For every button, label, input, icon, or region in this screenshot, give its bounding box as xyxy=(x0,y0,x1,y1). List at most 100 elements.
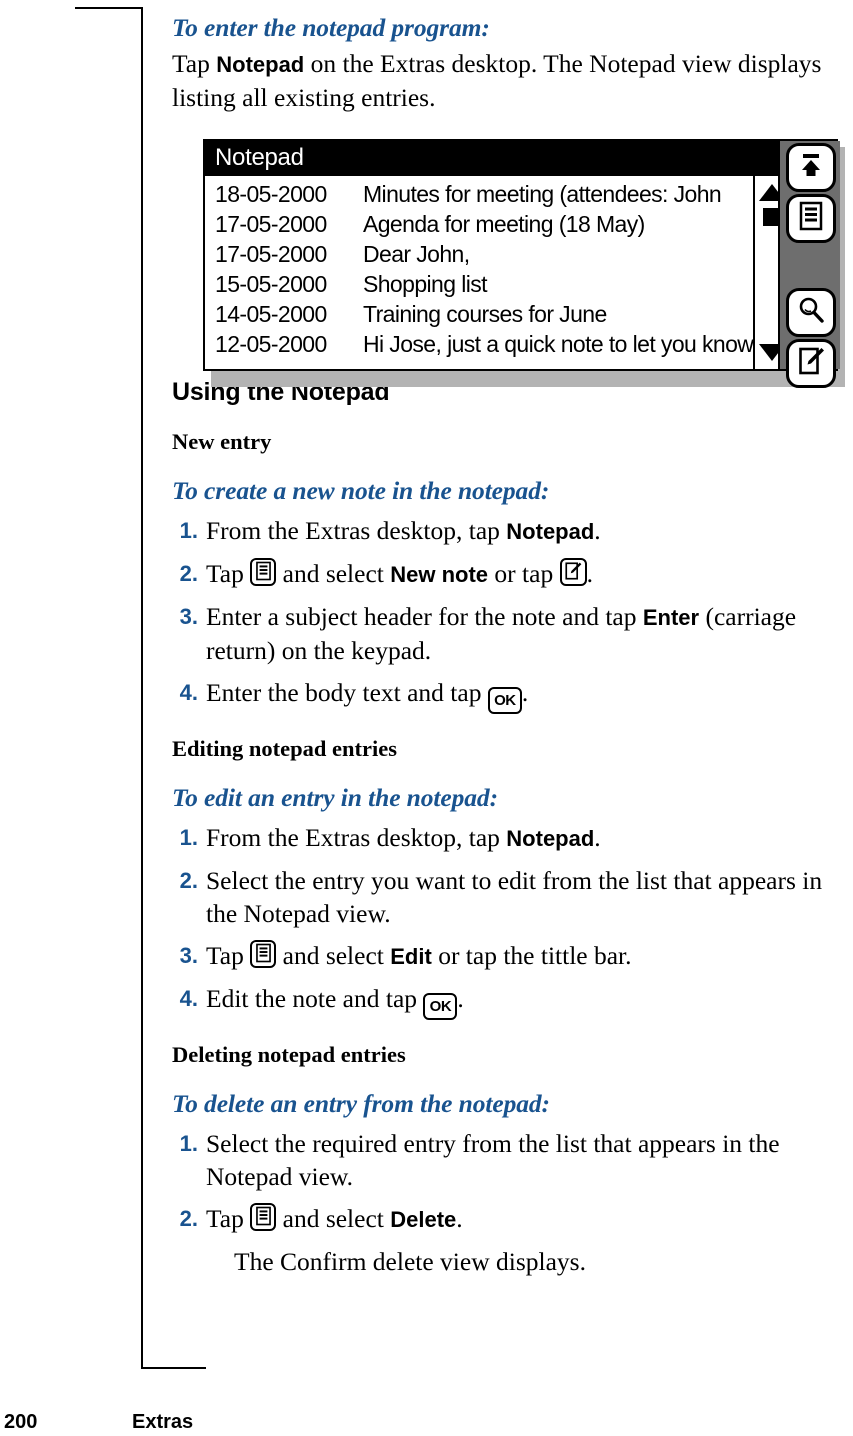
notepad-command-button-bar xyxy=(778,141,840,388)
step-item: 4. Enter the body text and tap OK. xyxy=(172,676,853,715)
entry-subject: Minutes for meeting (attendees: John xyxy=(363,181,722,207)
steps-list-deleting: 1. Select the required entry from the lis… xyxy=(172,1127,853,1236)
notepad-title-bar[interactable]: Notepad xyxy=(205,141,778,174)
notepad-device-screen: Notepad 18-05-2000 Minutes for meeting (a… xyxy=(203,139,840,388)
step-item: 1. From the Extras desktop, tap Notepad. xyxy=(172,821,853,855)
magnifier-icon xyxy=(796,295,826,330)
intro-paragraph: Tap Notepad on the Extras desktop. The N… xyxy=(172,47,853,114)
step-text: or tap the tittle bar. xyxy=(431,941,632,971)
step-text: . xyxy=(456,1204,463,1234)
step-bold-term: Edit xyxy=(390,944,432,970)
notepad-entry-row[interactable]: 12-05-2000 Hi Jose, just a quick note to … xyxy=(215,329,753,359)
step-text: and select xyxy=(276,1204,391,1234)
entry-date: 18-05-2000 xyxy=(215,181,327,207)
notepad-entry-row[interactable]: 15-05-2000 Shopping list xyxy=(215,269,753,299)
entry-date: 12-05-2000 xyxy=(215,331,327,357)
step-bold-term: New note xyxy=(390,562,489,588)
entry-subject: Training courses for June xyxy=(363,301,607,327)
step-text: or tap xyxy=(488,559,560,589)
step-text: Tap xyxy=(206,941,251,971)
menu-list-icon xyxy=(798,201,824,236)
page-number: 200 xyxy=(4,1411,38,1433)
notepad-entry-row[interactable]: 14-05-2000 Training courses for June xyxy=(215,299,753,329)
entry-date: 14-05-2000 xyxy=(215,301,327,327)
step-number: 3. xyxy=(179,943,198,969)
margin-rule-bottom xyxy=(141,1367,206,1369)
intro-procedure-heading: To enter the notepad program: xyxy=(172,13,490,42)
note-pencil-icon xyxy=(559,558,587,587)
step-text: and select xyxy=(276,941,391,971)
step-text: Tap xyxy=(206,1204,251,1234)
deleting-closing-note: The Confirm delete view displays. xyxy=(234,1247,586,1277)
step-bold-term: Notepad xyxy=(506,826,595,852)
step-item: 3. Enter a subject header for the note an… xyxy=(172,600,853,667)
step-item: 4. Edit the note and tap OK. xyxy=(172,982,853,1021)
step-bold-term: Notepad xyxy=(506,519,595,545)
step-number: 2. xyxy=(179,868,198,894)
intro-bold-term: Notepad xyxy=(216,52,305,78)
entry-subject: Hi Jose, just a quick note to let you kn… xyxy=(363,331,754,357)
ok-key-icon: OK xyxy=(423,993,458,1021)
margin-rule-vertical xyxy=(141,7,143,1369)
step-text: . xyxy=(586,559,593,589)
notepad-entry-row[interactable]: 17-05-2000 Agenda for meeting (18 May) xyxy=(215,209,753,239)
step-item: 2. Select the entry you want to edit from… xyxy=(172,864,853,930)
step-text: Enter a subject header for the note and … xyxy=(206,602,643,632)
menu-list-icon xyxy=(250,940,277,969)
step-text: Tap xyxy=(206,559,251,589)
subheading-new-entry: New entry xyxy=(172,429,272,455)
step-text: . xyxy=(457,984,464,1014)
step-text: . xyxy=(594,823,601,853)
notepad-entry-row[interactable]: 17-05-2000 Dear John, xyxy=(215,239,753,269)
arrow-up-to-bar-icon xyxy=(797,151,825,184)
notepad-list-area: 18-05-2000 Minutes for meeting (attendees… xyxy=(205,174,790,369)
intro-text-before: Tap xyxy=(172,49,217,79)
step-number: 1. xyxy=(179,518,198,544)
procedure-heading-create-note: To create a new note in the notepad: xyxy=(172,476,550,506)
new-note-button[interactable] xyxy=(786,339,836,388)
step-number: 1. xyxy=(179,825,198,851)
note-pencil-icon xyxy=(797,346,825,381)
step-text: From the Extras desktop, tap xyxy=(206,516,507,546)
entry-date: 17-05-2000 xyxy=(215,241,327,267)
step-item: 3. Tap and select Edit or tap the tittle … xyxy=(172,939,853,973)
step-text: and select xyxy=(276,559,391,589)
step-text: . xyxy=(521,678,529,708)
ok-key-icon: OK xyxy=(487,687,522,715)
notepad-entry-list[interactable]: 18-05-2000 Minutes for meeting (attendees… xyxy=(205,176,753,369)
footer-section-name: Extras xyxy=(132,1411,194,1433)
exit-button[interactable] xyxy=(786,143,836,192)
step-item: 1. Select the required entry from the lis… xyxy=(172,1127,853,1193)
step-item: 2. Tap and select New note or tap . xyxy=(172,557,853,591)
entry-date: 15-05-2000 xyxy=(215,271,327,297)
step-text: . xyxy=(594,516,601,546)
step-item: 2. Tap and select Delete. xyxy=(172,1202,853,1236)
menu-button[interactable] xyxy=(786,194,836,243)
step-text: Enter the body text and tap xyxy=(206,678,488,708)
notepad-screenshot-figure: Notepad 18-05-2000 Minutes for meeting (a… xyxy=(203,139,845,388)
menu-list-icon xyxy=(250,1203,277,1232)
procedure-heading-edit-entry: To edit an entry in the notepad: xyxy=(172,783,498,813)
step-text: Select the entry you want to edit from t… xyxy=(206,866,823,929)
entry-subject: Agenda for meeting (18 May) xyxy=(363,211,645,237)
subheading-deleting-notepad-entries: Deleting notepad entries xyxy=(172,1042,406,1068)
notepad-screen-column: Notepad 18-05-2000 Minutes for meeting (a… xyxy=(205,141,790,369)
step-number: 4. xyxy=(179,680,198,706)
step-bold-term: Enter xyxy=(642,605,700,631)
step-text: Select the required entry from the list … xyxy=(206,1129,780,1192)
step-number: 2. xyxy=(179,561,198,587)
procedure-heading-delete-entry: To delete an entry from the notepad: xyxy=(172,1089,550,1119)
steps-list-editing: 1. From the Extras desktop, tap Notepad. 2… xyxy=(172,821,853,1021)
steps-list-new-entry: 1. From the Extras desktop, tap Notepad. 2… xyxy=(172,514,853,715)
step-number: 1. xyxy=(179,1131,198,1157)
step-number: 4. xyxy=(179,986,198,1012)
entry-subject: Dear John, xyxy=(363,241,470,267)
notepad-entry-row[interactable]: 18-05-2000 Minutes for meeting (attendees… xyxy=(215,179,753,209)
step-bold-term: Delete xyxy=(390,1207,457,1233)
find-button[interactable] xyxy=(786,288,836,337)
entry-date: 17-05-2000 xyxy=(215,211,327,237)
step-item: 1. From the Extras desktop, tap Notepad. xyxy=(172,514,853,548)
step-number: 3. xyxy=(179,604,198,630)
entry-subject: Shopping list xyxy=(363,271,488,297)
step-number: 2. xyxy=(179,1206,198,1232)
